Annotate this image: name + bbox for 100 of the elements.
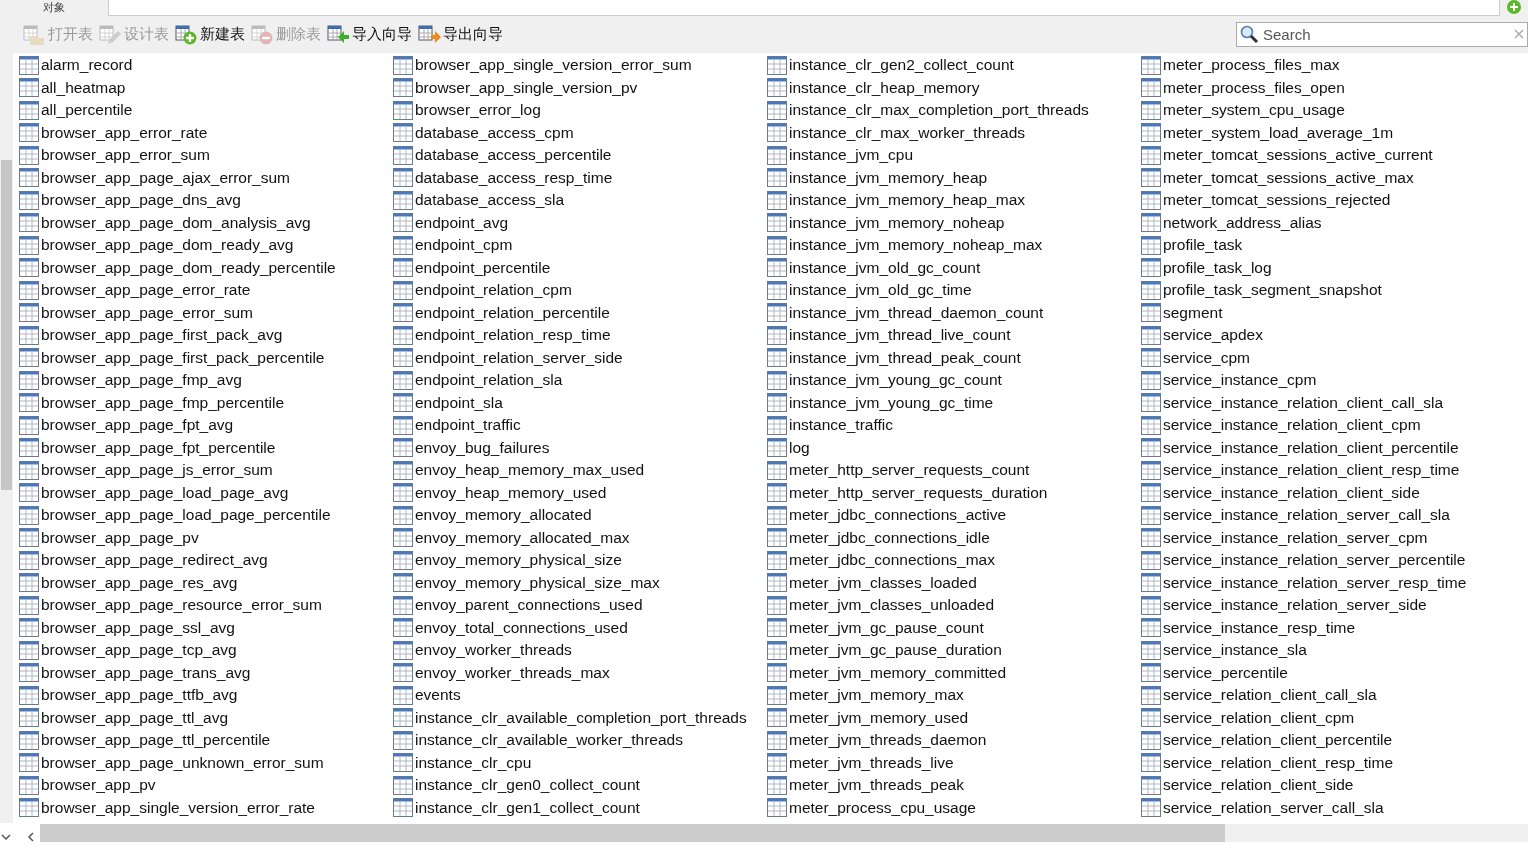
- table-item[interactable]: browser_app_page_redirect_avg: [19, 549, 393, 572]
- table-item[interactable]: service_instance_sla: [1141, 639, 1515, 662]
- table-item[interactable]: browser_app_page_ajax_error_sum: [19, 166, 393, 189]
- table-item[interactable]: browser_app_page_res_avg: [19, 571, 393, 594]
- objects-tab[interactable]: 对象: [0, 2, 108, 16]
- table-item[interactable]: browser_app_page_first_pack_percentile: [19, 346, 393, 369]
- table-item[interactable]: log: [767, 436, 1141, 459]
- table-item[interactable]: browser_app_page_trans_avg: [19, 661, 393, 684]
- toolbar-button[interactable]: 新建表: [174, 20, 250, 49]
- table-item[interactable]: envoy_memory_physical_size_max: [393, 571, 767, 594]
- table-item[interactable]: service_relation_client_side: [1141, 774, 1515, 797]
- table-item[interactable]: browser_app_page_load_page_avg: [19, 481, 393, 504]
- toolbar-button[interactable]: 导出向导: [417, 20, 508, 49]
- table-item[interactable]: browser_app_error_sum: [19, 144, 393, 167]
- table-item[interactable]: service_instance_relation_client_resp_time: [1141, 459, 1515, 482]
- table-item[interactable]: browser_app_page_error_rate: [19, 279, 393, 302]
- table-item[interactable]: service_instance_relation_server_percentile: [1141, 549, 1515, 572]
- table-item[interactable]: service_instance_relation_server_cpm: [1141, 526, 1515, 549]
- table-item[interactable]: meter_process_files_max: [1141, 54, 1515, 77]
- table-item[interactable]: meter_jvm_classes_loaded: [767, 571, 1141, 594]
- table-item[interactable]: meter_tomcat_sessions_active_max: [1141, 166, 1515, 189]
- table-item[interactable]: envoy_parent_connections_used: [393, 594, 767, 617]
- table-item[interactable]: meter_process_files_open: [1141, 76, 1515, 99]
- table-item[interactable]: instance_traffic: [767, 414, 1141, 437]
- table-item[interactable]: endpoint_relation_cpm: [393, 279, 767, 302]
- table-item[interactable]: instance_jvm_thread_live_count: [767, 324, 1141, 347]
- table-item[interactable]: alarm_record: [19, 54, 393, 77]
- table-item[interactable]: browser_app_page_ssl_avg: [19, 616, 393, 639]
- table-item[interactable]: instance_clr_available_worker_threads: [393, 729, 767, 752]
- table-item[interactable]: endpoint_relation_sla: [393, 369, 767, 392]
- table-item[interactable]: meter_jvm_gc_pause_count: [767, 616, 1141, 639]
- table-item[interactable]: meter_jvm_memory_max: [767, 684, 1141, 707]
- table-item[interactable]: browser_app_page_resource_error_sum: [19, 594, 393, 617]
- table-item[interactable]: instance_clr_max_worker_threads: [767, 121, 1141, 144]
- table-item[interactable]: instance_jvm_thread_daemon_count: [767, 301, 1141, 324]
- table-item[interactable]: browser_app_error_rate: [19, 121, 393, 144]
- table-item[interactable]: database_access_sla: [393, 189, 767, 212]
- table-item[interactable]: instance_jvm_young_gc_time: [767, 391, 1141, 414]
- table-item[interactable]: instance_clr_gen2_collect_count: [767, 54, 1141, 77]
- table-item[interactable]: envoy_heap_memory_used: [393, 481, 767, 504]
- table-item[interactable]: endpoint_avg: [393, 211, 767, 234]
- table-item[interactable]: service_relation_client_percentile: [1141, 729, 1515, 752]
- table-item[interactable]: service_instance_relation_client_side: [1141, 481, 1515, 504]
- table-item[interactable]: endpoint_sla: [393, 391, 767, 414]
- toolbar-button[interactable]: 导入向导: [326, 20, 417, 49]
- table-item[interactable]: database_access_cpm: [393, 121, 767, 144]
- table-item[interactable]: browser_app_page_fmp_avg: [19, 369, 393, 392]
- table-item[interactable]: browser_app_page_ttl_percentile: [19, 729, 393, 752]
- scroll-left-icon[interactable]: [25, 830, 37, 843]
- add-icon[interactable]: [1507, 0, 1521, 14]
- table-item[interactable]: browser_app_page_pv: [19, 526, 393, 549]
- table-item[interactable]: database_access_resp_time: [393, 166, 767, 189]
- table-item[interactable]: instance_clr_gen0_collect_count: [393, 774, 767, 797]
- table-item[interactable]: envoy_worker_threads_max: [393, 661, 767, 684]
- table-item[interactable]: service_instance_relation_server_resp_time: [1141, 571, 1515, 594]
- table-item[interactable]: browser_app_page_dom_ready_avg: [19, 234, 393, 257]
- table-item[interactable]: browser_app_single_version_error_rate: [19, 796, 393, 819]
- table-item[interactable]: service_instance_relation_client_call_sla: [1141, 391, 1515, 414]
- table-item[interactable]: endpoint_relation_resp_time: [393, 324, 767, 347]
- table-item[interactable]: all_percentile: [19, 99, 393, 122]
- table-item[interactable]: meter_tomcat_sessions_active_current: [1141, 144, 1515, 167]
- table-item[interactable]: envoy_memory_allocated_max: [393, 526, 767, 549]
- table-item[interactable]: browser_app_page_error_sum: [19, 301, 393, 324]
- table-item[interactable]: browser_app_page_unknown_error_sum: [19, 751, 393, 774]
- table-item[interactable]: profile_task: [1141, 234, 1515, 257]
- table-item[interactable]: service_relation_server_call_sla: [1141, 796, 1515, 819]
- clear-icon[interactable]: [1514, 29, 1524, 39]
- table-item[interactable]: meter_jvm_threads_daemon: [767, 729, 1141, 752]
- table-item[interactable]: service_apdex: [1141, 324, 1515, 347]
- table-item[interactable]: meter_jdbc_connections_max: [767, 549, 1141, 572]
- table-item[interactable]: browser_app_single_version_error_sum: [393, 54, 767, 77]
- table-item[interactable]: instance_jvm_old_gc_time: [767, 279, 1141, 302]
- table-item[interactable]: instance_jvm_memory_noheap: [767, 211, 1141, 234]
- table-item[interactable]: browser_app_page_tcp_avg: [19, 639, 393, 662]
- horizontal-scrollbar[interactable]: [40, 824, 1528, 842]
- table-item[interactable]: browser_app_page_dom_ready_percentile: [19, 256, 393, 279]
- scrollbar-thumb[interactable]: [40, 824, 1225, 842]
- table-item[interactable]: service_relation_client_resp_time: [1141, 751, 1515, 774]
- table-item[interactable]: service_instance_relation_client_cpm: [1141, 414, 1515, 437]
- table-item[interactable]: events: [393, 684, 767, 707]
- table-item[interactable]: meter_http_server_requests_count: [767, 459, 1141, 482]
- table-item[interactable]: instance_clr_gen1_collect_count: [393, 796, 767, 819]
- table-item[interactable]: service_instance_relation_client_percentile: [1141, 436, 1515, 459]
- table-item[interactable]: envoy_memory_allocated: [393, 504, 767, 527]
- table-item[interactable]: instance_jvm_thread_peak_count: [767, 346, 1141, 369]
- table-item[interactable]: service_relation_client_cpm: [1141, 706, 1515, 729]
- table-item[interactable]: browser_app_page_load_page_percentile: [19, 504, 393, 527]
- table-item[interactable]: service_instance_resp_time: [1141, 616, 1515, 639]
- table-item[interactable]: meter_jdbc_connections_idle: [767, 526, 1141, 549]
- table-item[interactable]: endpoint_percentile: [393, 256, 767, 279]
- table-item[interactable]: all_heatmap: [19, 76, 393, 99]
- table-item[interactable]: instance_clr_cpu: [393, 751, 767, 774]
- table-item[interactable]: browser_app_page_fpt_avg: [19, 414, 393, 437]
- table-item[interactable]: meter_system_cpu_usage: [1141, 99, 1515, 122]
- table-item[interactable]: endpoint_traffic: [393, 414, 767, 437]
- table-item[interactable]: instance_clr_max_completion_port_threads: [767, 99, 1141, 122]
- table-item[interactable]: meter_jvm_memory_committed: [767, 661, 1141, 684]
- table-item[interactable]: endpoint_cpm: [393, 234, 767, 257]
- table-item[interactable]: browser_app_single_version_pv: [393, 76, 767, 99]
- table-item[interactable]: meter_system_load_average_1m: [1141, 121, 1515, 144]
